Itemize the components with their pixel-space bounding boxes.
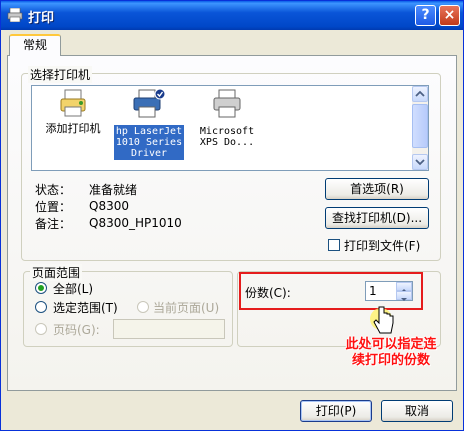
page-range-selection-label: 选定范围(T): [53, 301, 118, 315]
annotation-text: 此处可以指定连 续打印的份数: [331, 337, 451, 369]
chevron-up-icon: [415, 90, 425, 97]
page-range-current-radio[interactable]: [137, 301, 149, 313]
preferences-button[interactable]: 首选项(R): [325, 178, 429, 200]
print-to-file-label: 打印到文件(F): [344, 239, 421, 253]
scroll-thumb[interactable]: [412, 104, 428, 148]
hand-pointer-icon: [370, 306, 394, 334]
copies-down-button[interactable]: [396, 291, 412, 301]
printer-name-hp-line2: 1010 Series: [115, 137, 183, 148]
select-printer-legend: 选择打印机: [28, 66, 93, 83]
print-button[interactable]: 打印(P): [300, 400, 372, 422]
copies-label: 份数(C):: [245, 286, 291, 300]
arrow-down-icon: [401, 298, 407, 301]
page-range-pages-radio[interactable]: [35, 323, 47, 335]
print-button-label: 打印(P): [315, 404, 357, 418]
status-label: 状态：: [35, 183, 72, 197]
cancel-button-label: 取消: [404, 404, 429, 418]
copies-stepper[interactable]: 1: [365, 281, 413, 301]
location-value: Q8300: [89, 199, 129, 213]
scroll-up-button[interactable]: [412, 86, 428, 102]
annotation-line2: 续打印的份数: [351, 353, 430, 368]
page-range-current-label: 当前页面(U): [153, 301, 220, 315]
printer-default-icon: [133, 88, 166, 118]
find-printer-button-label: 查找打印机(D)...: [331, 211, 423, 225]
printer-name-xps-line1: Microsoft: [199, 126, 255, 137]
printer-list-scrollbar[interactable]: [412, 86, 428, 170]
copies-value: 1: [369, 284, 377, 298]
printer-name-xps-line2: XPS Do...: [199, 137, 255, 148]
print-to-file-checkbox[interactable]: [328, 239, 340, 251]
add-printer-icon: [60, 89, 86, 117]
page-range-legend: 页面范围: [30, 264, 83, 281]
tab-general[interactable]: 常规: [9, 34, 61, 56]
printer-name-xps: Microsoft XPS Do...: [192, 125, 262, 149]
tab-general-label: 常规: [22, 38, 47, 52]
printer-item-xps[interactable]: Microsoft XPS Do...: [192, 88, 262, 149]
chevron-down-icon: [415, 159, 425, 166]
close-icon: ×: [443, 7, 456, 23]
status-value: 准备就绪: [89, 183, 138, 197]
printer-list[interactable]: 添加打印机 hp LaserJet 1010 Series Driver Mic…: [31, 85, 429, 171]
printer-icon: [213, 89, 241, 118]
preferences-button-label: 首选项(R): [350, 182, 404, 196]
close-button[interactable]: ×: [439, 5, 460, 26]
title-bar[interactable]: 打印 ? ×: [1, 1, 463, 30]
printer-app-icon: [7, 8, 23, 22]
cancel-button[interactable]: 取消: [381, 400, 453, 422]
printer-item-add[interactable]: 添加打印机: [38, 88, 108, 135]
find-printer-button[interactable]: 查找打印机(D)...: [325, 207, 429, 229]
scroll-down-button[interactable]: [412, 154, 428, 170]
help-button[interactable]: ?: [415, 5, 436, 26]
help-icon: ?: [421, 7, 430, 23]
comment-label: 备注：: [35, 217, 72, 231]
printer-name-hp: hp LaserJet 1010 Series Driver: [114, 125, 184, 160]
location-label: 位置：: [35, 200, 72, 214]
page-range-selection-radio[interactable]: [35, 301, 47, 313]
printer-name-hp-line3: Driver: [130, 148, 168, 159]
printer-item-hp-laserjet[interactable]: hp LaserJet 1010 Series Driver: [114, 88, 184, 160]
comment-value: Q8300_HP1010: [89, 216, 182, 230]
print-dialog: 打印 ? × 常规 选择打印机 添加打印机 hp LaserJet 1010 S…: [0, 0, 464, 431]
printer-name-hp-line1: hp LaserJet: [115, 126, 183, 137]
window-title: 打印: [28, 11, 55, 26]
page-range-all-radio[interactable]: [35, 282, 47, 294]
page-range-pages-label: 页码(G):: [53, 323, 100, 337]
printer-name-add: 添加打印机: [45, 122, 101, 135]
annotation-line1: 此处可以指定连: [345, 337, 437, 352]
copies-up-button[interactable]: [396, 282, 412, 292]
page-range-all-label: 全部(L): [53, 282, 94, 296]
page-range-pages-input[interactable]: [113, 319, 225, 339]
